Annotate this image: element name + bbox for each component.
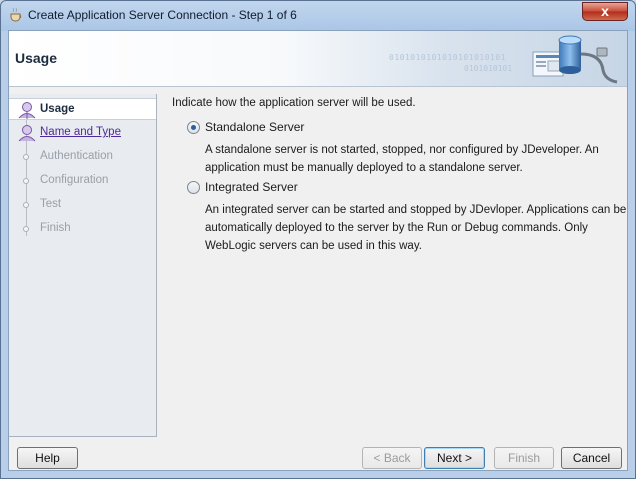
title-bar[interactable]: Create Application Server Connection - S…	[1, 1, 635, 29]
wizard-header: Usage 0101010101010101010101 0101010101	[9, 31, 627, 87]
integrated-server-label[interactable]: Integrated Server	[205, 180, 298, 194]
step-dot-icon	[23, 202, 29, 208]
finish-button[interactable]: Finish	[494, 447, 554, 469]
description-line: WebLogic servers can be used in this way…	[205, 240, 422, 252]
nav-item-test: Test	[9, 194, 156, 216]
nav-item-configuration: Configuration	[9, 170, 156, 192]
server-connection-icon	[532, 35, 618, 84]
page-title: Usage	[15, 50, 58, 66]
cancel-button[interactable]: Cancel	[561, 447, 622, 469]
standalone-server-radio[interactable]	[187, 121, 200, 134]
nav-item-label: Test	[40, 198, 62, 210]
step-dot-icon	[23, 154, 29, 160]
wizard-window: Create Application Server Connection - S…	[0, 0, 636, 479]
step-dot-icon	[23, 178, 29, 184]
close-button[interactable]: x	[582, 2, 628, 21]
standalone-server-description: A standalone server is not started, stop…	[205, 141, 599, 177]
nav-item-usage[interactable]: Usage	[9, 98, 156, 120]
description-line: An integrated server can be started and …	[205, 204, 627, 216]
step-dot-icon	[23, 226, 29, 232]
visited-step-icon	[18, 125, 36, 142]
integrated-server-radio[interactable]	[187, 181, 200, 194]
nav-item-authentication: Authentication	[9, 146, 156, 168]
next-button[interactable]: Next >	[424, 447, 485, 469]
help-button[interactable]: Help	[17, 447, 78, 469]
nav-item-label: Authentication	[40, 150, 113, 162]
wizard-content: Indicate how the application server will…	[172, 94, 626, 434]
integrated-server-description: An integrated server can be started and …	[205, 201, 626, 255]
standalone-server-label[interactable]: Standalone Server	[205, 120, 304, 134]
nav-item-name-and-type[interactable]: Name and Type	[9, 122, 156, 144]
description-line: application must be manually deployed to…	[205, 162, 523, 174]
description-line: automatically deployed to the server by …	[205, 222, 588, 234]
nav-item-label: Name and Type	[40, 126, 121, 138]
nav-item-label: Finish	[40, 222, 71, 234]
binary-decoration-2: 0101010101	[464, 64, 513, 73]
jdeveloper-cup-icon	[10, 7, 22, 22]
wizard-client-area: Usage 0101010101010101010101 0101010101	[8, 30, 628, 471]
nav-item-finish: Finish	[9, 218, 156, 240]
binary-decoration: 0101010101010101010101	[389, 53, 506, 62]
back-button[interactable]: < Back	[362, 447, 422, 469]
nav-item-label: Usage	[40, 103, 75, 115]
description-line: A standalone server is not started, stop…	[205, 144, 599, 156]
nav-item-label: Configuration	[40, 174, 109, 186]
close-icon: x	[601, 3, 609, 19]
window-title: Create Application Server Connection - S…	[28, 8, 297, 22]
wizard-step-navigator: Usage Name and Type Authentication Confi…	[9, 94, 157, 437]
instruction-text: Indicate how the application server will…	[172, 97, 416, 109]
current-step-icon	[18, 102, 36, 119]
